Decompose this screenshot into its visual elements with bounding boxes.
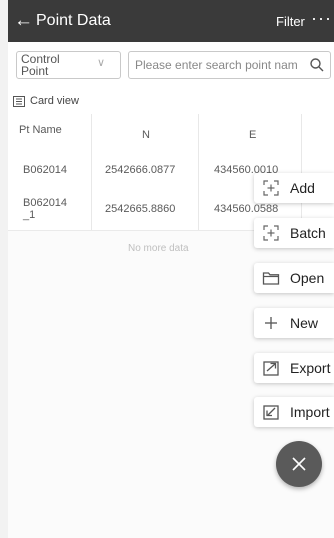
import-label: Import [290,404,330,420]
close-menu-button[interactable] [276,441,322,487]
add-button[interactable]: Add [254,173,334,203]
import-icon [263,405,279,420]
export-icon [263,361,279,376]
folder-icon [262,272,280,285]
chevron-down-icon: ∨ [97,57,106,69]
add-label: Add [290,180,315,196]
export-button[interactable]: Export [254,353,334,383]
page-title: Point Data [36,12,111,29]
batch-icon [263,225,279,241]
card-view-toggle[interactable]: Card view [30,95,79,107]
search-icon[interactable] [309,57,325,73]
new-button[interactable]: New [254,308,334,338]
close-icon [292,457,306,471]
batch-button[interactable]: Batch [254,218,334,248]
open-label: Open [290,270,325,286]
plus-icon [265,317,277,329]
top-bar: ← Point Data Filter ··· [8,0,334,42]
import-button[interactable]: Import [254,397,334,427]
filter-button[interactable]: Filter [276,14,305,29]
search-box[interactable] [128,51,331,79]
new-label: New [290,315,319,331]
batch-label: Batch [290,225,326,241]
point-type-value: Control Point [21,52,60,78]
add-point-icon [263,180,279,196]
point-type-select[interactable]: Control Point ∨ [16,51,121,79]
more-menu-icon[interactable]: ··· [311,8,332,29]
export-label: Export [290,360,331,376]
app-frame: ← Point Data Filter ··· Control Point ∨ … [8,0,334,538]
search-input[interactable] [135,55,305,75]
open-button[interactable]: Open [254,263,334,293]
card-view-icon[interactable] [13,96,25,107]
back-arrow-icon[interactable]: ← [14,11,33,30]
